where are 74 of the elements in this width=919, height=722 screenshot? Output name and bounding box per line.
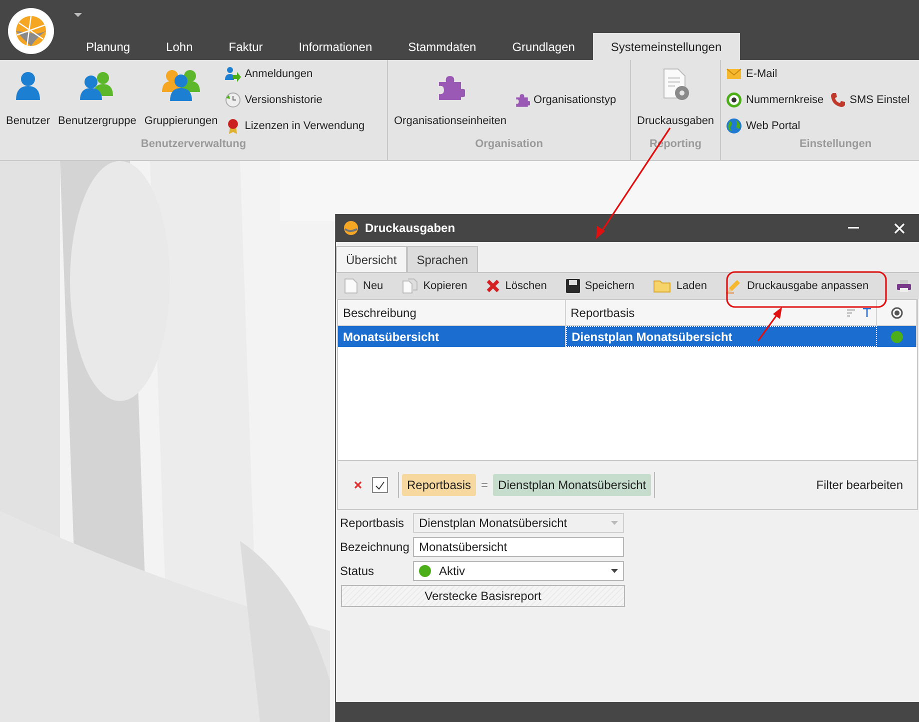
- ribbon-tab[interactable]: Informationen: [280, 33, 390, 60]
- table-row[interactable]: Monatsübersicht Dienstplan Monatsübersicht: [338, 326, 917, 347]
- printer-icon[interactable]: [897, 280, 911, 292]
- ribbon-button[interactable]: Web Portal: [726, 117, 824, 135]
- table-cell: Dienstplan Monatsübersicht: [566, 326, 878, 347]
- caret-icon[interactable]: [611, 569, 618, 573]
- ribbon-button[interactable]: Druckausgaben: [633, 64, 718, 138]
- toolbar-button[interactable]: Druckausgabe anpassen: [722, 278, 873, 294]
- folder-icon: [653, 279, 672, 293]
- ribbon-tab[interactable]: Planung: [68, 33, 148, 60]
- status-column-icon[interactable]: [890, 306, 903, 318]
- globe-logo[interactable]: [7, 7, 55, 55]
- toolbar-button[interactable]: Laden: [649, 279, 711, 293]
- field-label: Reportbasis: [340, 516, 406, 530]
- filter-expression[interactable]: Reportbasis = Dienstplan Monatsübersicht: [398, 472, 656, 498]
- field-label: Status: [340, 564, 376, 578]
- hide-base-report-button[interactable]: Verstecke Basisreport: [341, 585, 625, 607]
- ribbon-tab[interactable]: Lohn: [148, 33, 211, 60]
- filter-icon[interactable]: [863, 308, 872, 317]
- group-label: Benutzerverwaltung: [140, 138, 246, 152]
- table-cell: Monatsübersicht: [338, 326, 566, 347]
- group-label: Einstellungen: [799, 138, 872, 152]
- checkmark-icon[interactable]: [375, 480, 385, 490]
- edit-filter-link[interactable]: Filter bearbeiten: [816, 478, 903, 492]
- people-group-icon: [161, 68, 201, 102]
- dropdown-field[interactable]: Aktiv: [413, 561, 624, 581]
- toolbar-button[interactable]: Speichern: [562, 279, 638, 293]
- ribbon-button[interactable]: Gruppierungen: [140, 64, 222, 138]
- phone-icon: [830, 92, 846, 108]
- clear-filter-icon[interactable]: [354, 481, 362, 489]
- ribbon-tab[interactable]: Grundlagen: [494, 33, 593, 60]
- ribbon-tab[interactable]: Faktur: [210, 33, 281, 60]
- group-label: Organisation: [475, 138, 543, 152]
- ribbon-tab[interactable]: Systemeinstellungen: [592, 33, 740, 60]
- ribbon-button[interactable]: E-Mail: [726, 65, 824, 83]
- filter-value-tag[interactable]: Dienstplan Monatsübersicht: [493, 474, 652, 496]
- ribbon-button[interactable]: SMS Einstel: [830, 91, 910, 109]
- toolbar-button[interactable]: Kopieren: [398, 278, 472, 294]
- target-icon: [726, 92, 742, 108]
- globe-icon: [726, 118, 742, 134]
- ribbon-button[interactable]: Benutzergruppe: [54, 64, 140, 138]
- delete-icon: [486, 279, 500, 293]
- minimize-icon[interactable]: [848, 227, 859, 229]
- close-icon[interactable]: [894, 222, 905, 234]
- tab[interactable]: Sprachen: [406, 246, 478, 272]
- toolbar-button[interactable]: Neu: [340, 278, 388, 294]
- window-title: Druckausgaben: [365, 221, 456, 235]
- ribbon-button[interactable]: Anmeldungen: [224, 65, 365, 83]
- toolbar-button[interactable]: Löschen: [482, 279, 551, 293]
- app-logo-icon: [344, 221, 358, 235]
- ribbon-button[interactable]: Benutzer: [2, 64, 54, 138]
- dropdown-caret-icon[interactable]: [74, 13, 82, 18]
- page-icon: [344, 278, 358, 294]
- tab[interactable]: Übersicht: [336, 246, 407, 272]
- ribbon-button[interactable]: Versionshistorie: [224, 91, 365, 109]
- envelope-icon: [726, 66, 742, 82]
- ribbon-button[interactable]: Organisationseinheiten: [390, 64, 511, 138]
- annotation-arrow: [757, 307, 782, 342]
- column-header[interactable]: Beschreibung: [338, 300, 566, 325]
- ribbon-button[interactable]: Nummernkreise: [726, 91, 824, 109]
- sort-icon[interactable]: [847, 308, 856, 316]
- filter-checkbox[interactable]: [372, 477, 388, 493]
- ribbon-button[interactable]: Lizenzen in Verwendung: [224, 117, 365, 135]
- person-arrow-icon: [224, 66, 241, 82]
- text-field[interactable]: Monatsübersicht: [413, 537, 624, 557]
- copy-icon: [402, 278, 418, 294]
- document-gear-icon: [660, 68, 691, 102]
- pencil-icon: [726, 278, 742, 294]
- ribbon-button[interactable]: Organisationstyp: [514, 91, 616, 109]
- filter-field-tag[interactable]: Reportbasis: [402, 474, 476, 496]
- clock-icon: [224, 92, 241, 108]
- ribbon-tab[interactable]: Stammdaten: [390, 33, 494, 60]
- puzzle-icon: [514, 92, 530, 108]
- field-label: Bezeichnung: [340, 540, 410, 554]
